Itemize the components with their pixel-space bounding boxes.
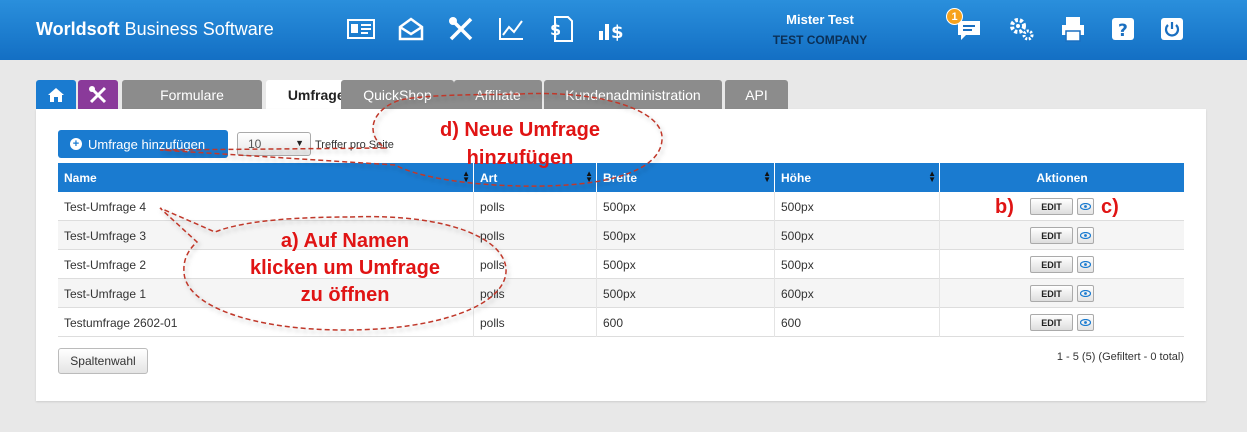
eye-icon xyxy=(1080,232,1091,239)
invoice-icon[interactable]: $ xyxy=(544,14,578,44)
column-header-aktionen: Aktionen xyxy=(1036,170,1088,185)
annotation-b: b) xyxy=(995,196,1014,218)
row-actions: EDIT xyxy=(940,279,1184,308)
row-actions: EDIT xyxy=(940,250,1184,279)
cell-hoehe: 600px xyxy=(775,279,940,308)
eye-icon xyxy=(1080,319,1091,326)
column-header-hoehe[interactable]: Höhe ▲ ▼ xyxy=(775,163,940,192)
cell-hoehe: 500px xyxy=(775,250,940,279)
cell-breite: 500px xyxy=(597,192,775,221)
annotation-a: a) Auf Namen klicken um Umfrage zu öffne… xyxy=(249,230,441,306)
eye-icon xyxy=(1080,203,1091,210)
view-button[interactable] xyxy=(1077,227,1094,244)
plus-icon: + xyxy=(70,138,82,150)
edit-button[interactable]: EDIT xyxy=(1030,314,1073,331)
tab-formulare[interactable]: Formulare xyxy=(122,80,262,109)
cell-hoehe: 500px xyxy=(775,192,940,221)
view-button[interactable] xyxy=(1077,198,1094,215)
help-icon[interactable]: ? xyxy=(1106,14,1140,44)
view-button[interactable] xyxy=(1077,285,1094,302)
page-size-select[interactable]: 10 ▼ xyxy=(237,132,311,156)
printer-icon[interactable] xyxy=(1056,14,1090,44)
tab-home[interactable] xyxy=(36,80,76,109)
pager-info: 1 - 5 (5) (Gefiltert - 0 total) xyxy=(1056,351,1184,363)
edit-button[interactable]: EDIT xyxy=(1030,256,1073,273)
tab-quickshop[interactable]: QuickShop xyxy=(341,80,454,109)
svg-text:?: ? xyxy=(1118,21,1128,41)
chat-icon[interactable]: 1 xyxy=(946,8,986,44)
table-row: Testumfrage 2602-01 polls 600 600 EDIT xyxy=(58,308,1184,337)
edit-button[interactable]: EDIT xyxy=(1030,285,1073,302)
chart-icon[interactable] xyxy=(494,14,528,44)
tools-icon[interactable] xyxy=(444,14,478,44)
edit-button[interactable]: EDIT xyxy=(1030,198,1073,215)
row-actions: EDIT xyxy=(940,192,1184,221)
notification-badge: 1 xyxy=(946,8,963,25)
user-name: Mister Test xyxy=(786,12,854,27)
tab-tools[interactable] xyxy=(78,80,118,109)
contact-card-icon[interactable] xyxy=(344,14,378,44)
row-actions: EDIT xyxy=(940,308,1184,337)
cell-breite: 500px xyxy=(597,221,775,250)
svg-text:$: $ xyxy=(550,20,561,39)
top-bar: Worldsoft Business Software $ $ Mister T… xyxy=(0,0,1247,60)
edit-button[interactable]: EDIT xyxy=(1030,227,1073,244)
chevron-down-icon: ▼ xyxy=(295,138,304,148)
cell-hoehe: 600 xyxy=(775,308,940,337)
view-button[interactable] xyxy=(1077,256,1094,273)
eye-icon xyxy=(1080,261,1091,268)
table-row: Test-Umfrage 4 polls 500px 500px EDIT xyxy=(58,192,1184,221)
sort-icon: ▲ ▼ xyxy=(585,169,593,184)
power-icon[interactable] xyxy=(1155,14,1189,44)
tab-kundenadministration[interactable]: Kundenadministration xyxy=(544,80,722,109)
mail-icon[interactable] xyxy=(394,14,428,44)
app-brand[interactable]: Worldsoft Business Software xyxy=(36,19,274,40)
user-info[interactable]: Mister Test TEST COMPANY xyxy=(745,12,895,47)
cell-art: polls xyxy=(474,221,597,250)
svg-text:$: $ xyxy=(611,22,624,43)
sort-icon: ▲ ▼ xyxy=(462,169,470,184)
home-icon xyxy=(48,87,64,102)
cell-art: polls xyxy=(474,250,597,279)
cell-art: polls xyxy=(474,308,597,337)
settings-icon[interactable] xyxy=(1005,14,1039,44)
cell-breite: 500px xyxy=(597,250,775,279)
add-survey-button[interactable]: + Umfrage hinzufügen xyxy=(58,130,228,158)
cell-art: polls xyxy=(474,192,597,221)
page-size-label: Treffer pro Seite xyxy=(315,139,394,151)
cell-hoehe: 500px xyxy=(775,221,940,250)
tools-icon xyxy=(89,85,107,103)
sort-icon: ▲ ▼ xyxy=(763,169,771,184)
cell-breite: 500px xyxy=(597,279,775,308)
column-chooser-button[interactable]: Spaltenwahl xyxy=(58,348,148,374)
tab-affiliate[interactable]: Affiliate xyxy=(454,80,542,109)
cell-art: polls xyxy=(474,279,597,308)
annotation-d: d) Neue Umfrage hinzufügen xyxy=(439,119,601,169)
tab-api[interactable]: API xyxy=(725,80,788,109)
cell-breite: 600 xyxy=(597,308,775,337)
sort-icon: ▲ ▼ xyxy=(928,169,936,184)
eye-icon xyxy=(1080,290,1091,297)
survey-name-link[interactable]: Testumfrage 2602-01 xyxy=(58,308,474,337)
company-name: TEST COMPANY xyxy=(772,33,868,47)
view-button[interactable] xyxy=(1077,314,1094,331)
row-actions: EDIT xyxy=(940,221,1184,250)
annotation-c: c) xyxy=(1101,196,1119,218)
sales-icon[interactable]: $ xyxy=(594,14,628,44)
survey-name-link[interactable]: Test-Umfrage 4 xyxy=(58,192,474,221)
